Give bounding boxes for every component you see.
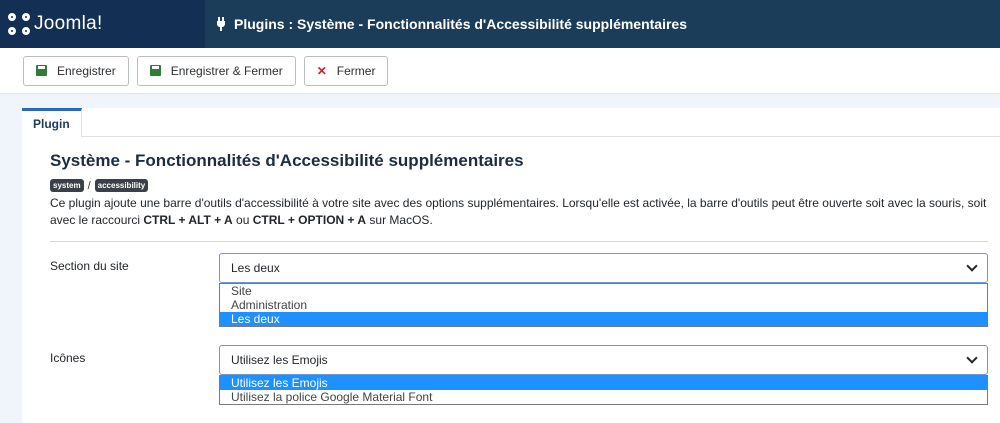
content-panel: Plugin Système - Fonctionnalités d'Acces… <box>22 108 1000 423</box>
divider <box>50 241 988 242</box>
plugin-badges: system / accessibility <box>50 179 149 192</box>
save-button-label: Enregistrer <box>57 63 116 78</box>
icons-select-value: Utilisez les Emojis <box>231 353 328 367</box>
toolbar: Enregistrer Enregistrer & Fermer ✕ Ferme… <box>0 48 1000 94</box>
icons-option-emojis[interactable]: Utilisez les Emojis <box>220 376 987 390</box>
joomla-mark-icon <box>8 13 30 35</box>
plugin-description: Ce plugin ajoute une barre d'outils d'ac… <box>50 195 990 229</box>
section-option-both[interactable]: Les deux <box>220 312 987 326</box>
badge-system: system <box>50 179 84 192</box>
icons-field-label: Icônes <box>50 351 86 365</box>
page-title-bar: Plugins : Système - Fonctionnalités d'Ac… <box>205 0 687 48</box>
close-button[interactable]: ✕ Fermer <box>303 55 389 86</box>
section-select[interactable]: Les deux <box>219 253 988 283</box>
close-button-label: Fermer <box>336 63 376 78</box>
brand-name: Joomla! <box>34 13 103 34</box>
save-icon <box>149 65 161 76</box>
tab-bar: Plugin <box>22 108 1000 137</box>
section-dropdown: Site Administration Les deux <box>219 283 988 327</box>
chevron-down-icon <box>957 254 987 282</box>
section-option-administration[interactable]: Administration <box>220 298 987 312</box>
badge-accessibility: accessibility <box>94 179 149 192</box>
desc-end: sur MacOS. <box>366 213 433 227</box>
page-title: Plugins : Système - Fonctionnalités d'Ac… <box>234 16 688 32</box>
badge-separator: / <box>87 179 91 192</box>
app-header: Joomla! Plugins : Système - Fonctionnali… <box>0 0 1000 48</box>
section-option-site[interactable]: Site <box>220 284 987 298</box>
save-button[interactable]: Enregistrer <box>23 55 129 86</box>
shortcut-windows: CTRL + ALT + A <box>143 213 233 227</box>
plugin-title: Système - Fonctionnalités d'Accessibilit… <box>50 151 524 170</box>
plug-icon <box>215 16 227 32</box>
icons-select[interactable]: Utilisez les Emojis <box>219 345 988 375</box>
section-select-value: Les deux <box>231 261 280 275</box>
icons-option-material-font[interactable]: Utilisez la police Google Material Font <box>220 390 987 404</box>
save-close-button-label: Enregistrer & Fermer <box>170 63 283 78</box>
tab-plugin[interactable]: Plugin <box>22 108 82 137</box>
save-close-button[interactable]: Enregistrer & Fermer <box>136 55 296 86</box>
close-icon: ✕ <box>316 63 327 78</box>
save-icon <box>36 65 47 76</box>
chevron-down-icon <box>957 346 987 374</box>
joomla-logo[interactable]: Joomla! <box>0 0 205 48</box>
shortcut-mac: CTRL + OPTION + A <box>252 213 367 227</box>
section-field-label: Section du site <box>50 259 129 273</box>
desc-or: ou <box>232 213 253 227</box>
icons-dropdown: Utilisez les Emojis Utilisez la police G… <box>219 375 988 405</box>
